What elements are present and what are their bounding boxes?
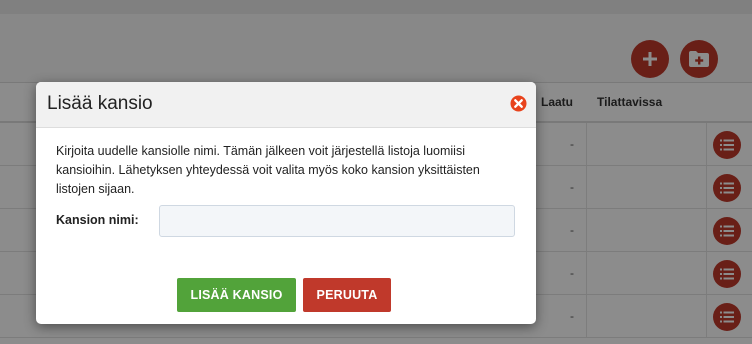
folder-name-label: Kansion nimi: bbox=[56, 213, 139, 227]
dialog-description: Kirjoita uudelle kansiolle nimi. Tämän j… bbox=[56, 144, 480, 196]
close-button[interactable] bbox=[510, 95, 527, 112]
cancel-button[interactable]: PERUUTA bbox=[303, 278, 391, 312]
add-folder-submit-button[interactable]: LISÄÄ KANSIO bbox=[177, 278, 296, 312]
folder-name-input[interactable] bbox=[159, 205, 515, 237]
dialog-title: Lisää kansio bbox=[47, 93, 153, 114]
close-icon bbox=[510, 95, 527, 112]
dialog-header: Lisää kansio bbox=[36, 82, 536, 128]
add-folder-dialog: Lisää kansio Kirjoita uudelle kansiolle … bbox=[36, 82, 536, 324]
